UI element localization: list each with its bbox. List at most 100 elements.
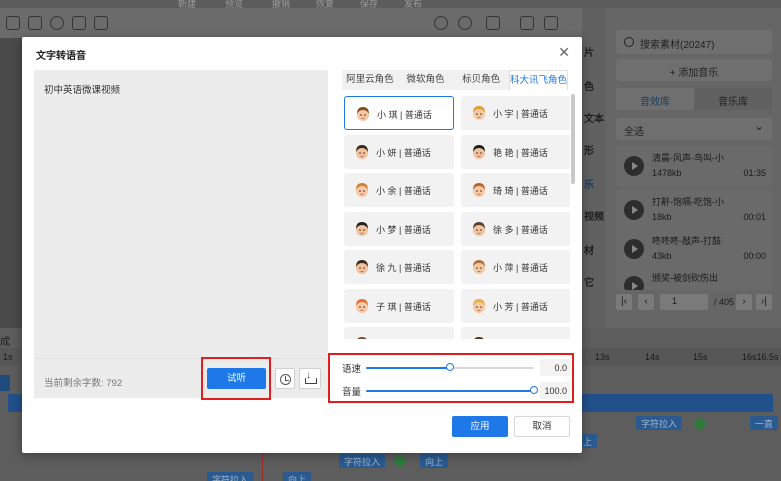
tab-sound-effects[interactable]: 音效库 [616, 88, 694, 110]
prev-page-icon[interactable]: ‹ [638, 294, 654, 310]
page-input[interactable]: 1 [660, 294, 708, 310]
voice-role-card[interactable]: 小 余 | 普通话 [344, 173, 454, 207]
voice-role-card[interactable]: …… | 普通话 [461, 327, 570, 339]
duplicate-icon[interactable] [520, 16, 534, 30]
volume-slider[interactable] [366, 386, 538, 394]
timeline-track[interactable] [0, 375, 10, 391]
voice-role-card[interactable]: 小 宇 | 普通话 [461, 96, 570, 130]
music-library-tabs: 音效库 音乐库 [616, 88, 772, 110]
girl-dark-hair-avatar-icon [356, 221, 368, 236]
lock-icon[interactable] [486, 16, 500, 30]
first-page-icon[interactable]: |‹ [616, 294, 632, 310]
tab-iflytek-voices[interactable]: 科大讯飞角色 [508, 70, 568, 90]
category-role[interactable]: 色 [584, 78, 594, 93]
timeline-chip[interactable]: 向上 [283, 472, 312, 481]
timeline-chip[interactable]: 字符拉入 [207, 472, 254, 481]
girl-avatar-icon [473, 183, 485, 197]
voice-role-label: …… | 普通话 [376, 338, 428, 339]
voice-role-card[interactable]: 艳 艳 | 普通话 [461, 134, 570, 169]
voice-role-card[interactable]: 小 妍 | 普通话 [344, 134, 454, 169]
voice-role-card[interactable]: 小 梦 | 普通话 [344, 211, 454, 246]
volume-slider-handle[interactable] [530, 386, 538, 394]
role-list-scrollbar[interactable] [571, 94, 575, 184]
play-icon[interactable] [624, 276, 644, 290]
dialog-title: 文字转语音 [36, 51, 86, 62]
voice-role-card[interactable]: 徐 九 | 普通话 [344, 250, 454, 284]
speed-value[interactable]: 0.0 [540, 359, 570, 376]
tab-aliyun-voices[interactable]: 阿里云角色 [342, 70, 398, 90]
cancel-button[interactable]: 取消 [514, 416, 570, 437]
close-icon[interactable]: ✕ [558, 45, 570, 59]
zoom-out-icon[interactable] [458, 16, 472, 30]
category-picture[interactable]: 片 [584, 44, 594, 59]
sound-item[interactable]: 清晨-风声-鸟叫-小 1478kb 01:35 [616, 146, 772, 186]
ruler-label: 1s [3, 352, 13, 362]
delete-icon[interactable] [94, 16, 108, 30]
next-page-icon[interactable]: › [736, 294, 752, 310]
timeline-chip[interactable]: 向上 [420, 454, 449, 468]
download-icon[interactable] [299, 368, 321, 389]
speed-slider[interactable] [366, 363, 534, 371]
man-glasses-avatar-icon [356, 144, 368, 159]
man-avatar-icon [356, 260, 368, 274]
category-other[interactable]: 它 [584, 274, 594, 289]
woman-dark-hair-avatar-icon [473, 144, 485, 159]
category-video[interactable]: 视频 [584, 208, 604, 223]
align-icon[interactable] [28, 16, 42, 30]
tab-biaobei-voices[interactable]: 标贝角色 [453, 70, 509, 90]
speed-slider-handle[interactable] [446, 363, 454, 371]
more-icon[interactable] [50, 16, 64, 30]
sound-duration: 00:01 [743, 212, 766, 222]
sound-item[interactable]: 咚咚咚-敲声-打鼓 43kb 00:00 [616, 229, 772, 269]
voice-role-card[interactable]: 琦 琦 | 普通话 [461, 173, 570, 207]
ruler-label: 16s16.5s [742, 352, 779, 362]
sound-name: 清晨-风声-鸟叫-小 [652, 153, 724, 163]
ruler-label: 15s [693, 352, 708, 362]
girl-avatar-icon [474, 337, 484, 339]
category-text[interactable]: 文本 [584, 110, 604, 125]
filter-select[interactable]: 全选 [616, 118, 772, 140]
volume-label: 音量 [342, 387, 362, 398]
timeline-chip[interactable]: 字符拉入 [636, 416, 683, 430]
history-icon[interactable] [275, 368, 295, 389]
play-icon[interactable] [624, 239, 644, 259]
speed-label: 语速 [342, 364, 362, 375]
tab-microsoft-voices[interactable]: 微软角色 [398, 70, 454, 90]
sound-item[interactable]: 颁奖-被剑砍伤出 [616, 266, 772, 290]
text-content: 初中英语微课视频 [44, 85, 121, 96]
voice-role-label: 子 琪 | 普通话 [376, 301, 431, 312]
category-material[interactable]: 材 [584, 242, 594, 257]
playhead[interactable] [262, 450, 263, 481]
voice-role-card[interactable]: 子 琪 | 普通话 [344, 288, 454, 323]
voice-role-card[interactable]: 徐 多 | 普通话 [461, 211, 570, 246]
apply-button[interactable]: 应用 [452, 416, 508, 437]
voice-role-card[interactable]: …… | 普通话 [344, 327, 454, 339]
text-input-area[interactable]: 初中英语微课视频 [34, 70, 328, 358]
voice-role-card[interactable]: 小 萍 | 普通话 [461, 250, 570, 284]
left-sidebar [0, 38, 22, 328]
voice-role-card[interactable]: 小 琪 | 普通话 [344, 96, 454, 130]
voice-role-card[interactable]: 小 芳 | 普通话 [461, 288, 570, 323]
play-icon[interactable] [624, 156, 644, 176]
play-icon[interactable] [624, 200, 644, 220]
listen-button[interactable]: 试听 [207, 368, 266, 389]
sound-item[interactable]: 打鼾-饱嗝-吃饱-小 18kb 00:01 [616, 190, 772, 230]
add-music-button[interactable]: + 添加音乐 [616, 59, 772, 81]
paste-icon[interactable] [544, 16, 558, 30]
voice-role-label: 小 琪 | 普通话 [377, 110, 432, 120]
last-page-icon[interactable]: ›| [756, 294, 772, 310]
sound-duration: 01:35 [743, 168, 766, 178]
tab-music-library[interactable]: 音乐库 [694, 88, 772, 110]
material-search-input[interactable]: 搜索素材(20247) [616, 30, 772, 54]
zoom-in-icon[interactable] [434, 16, 448, 30]
category-shape[interactable]: 形 [584, 142, 594, 157]
category-music[interactable]: 乐 [584, 176, 594, 191]
voice-role-label: 小 宇 | 普通话 [493, 109, 548, 119]
copy-icon[interactable] [72, 16, 86, 30]
sound-size: 1478kb [652, 168, 682, 178]
timeline-chip[interactable]: 一直 [750, 416, 779, 430]
timeline-chip[interactable]: 字符拉入 [339, 454, 386, 468]
boy-avatar-icon [357, 337, 367, 339]
volume-value[interactable]: 100.0 [540, 382, 570, 399]
up-icon[interactable] [6, 16, 20, 30]
